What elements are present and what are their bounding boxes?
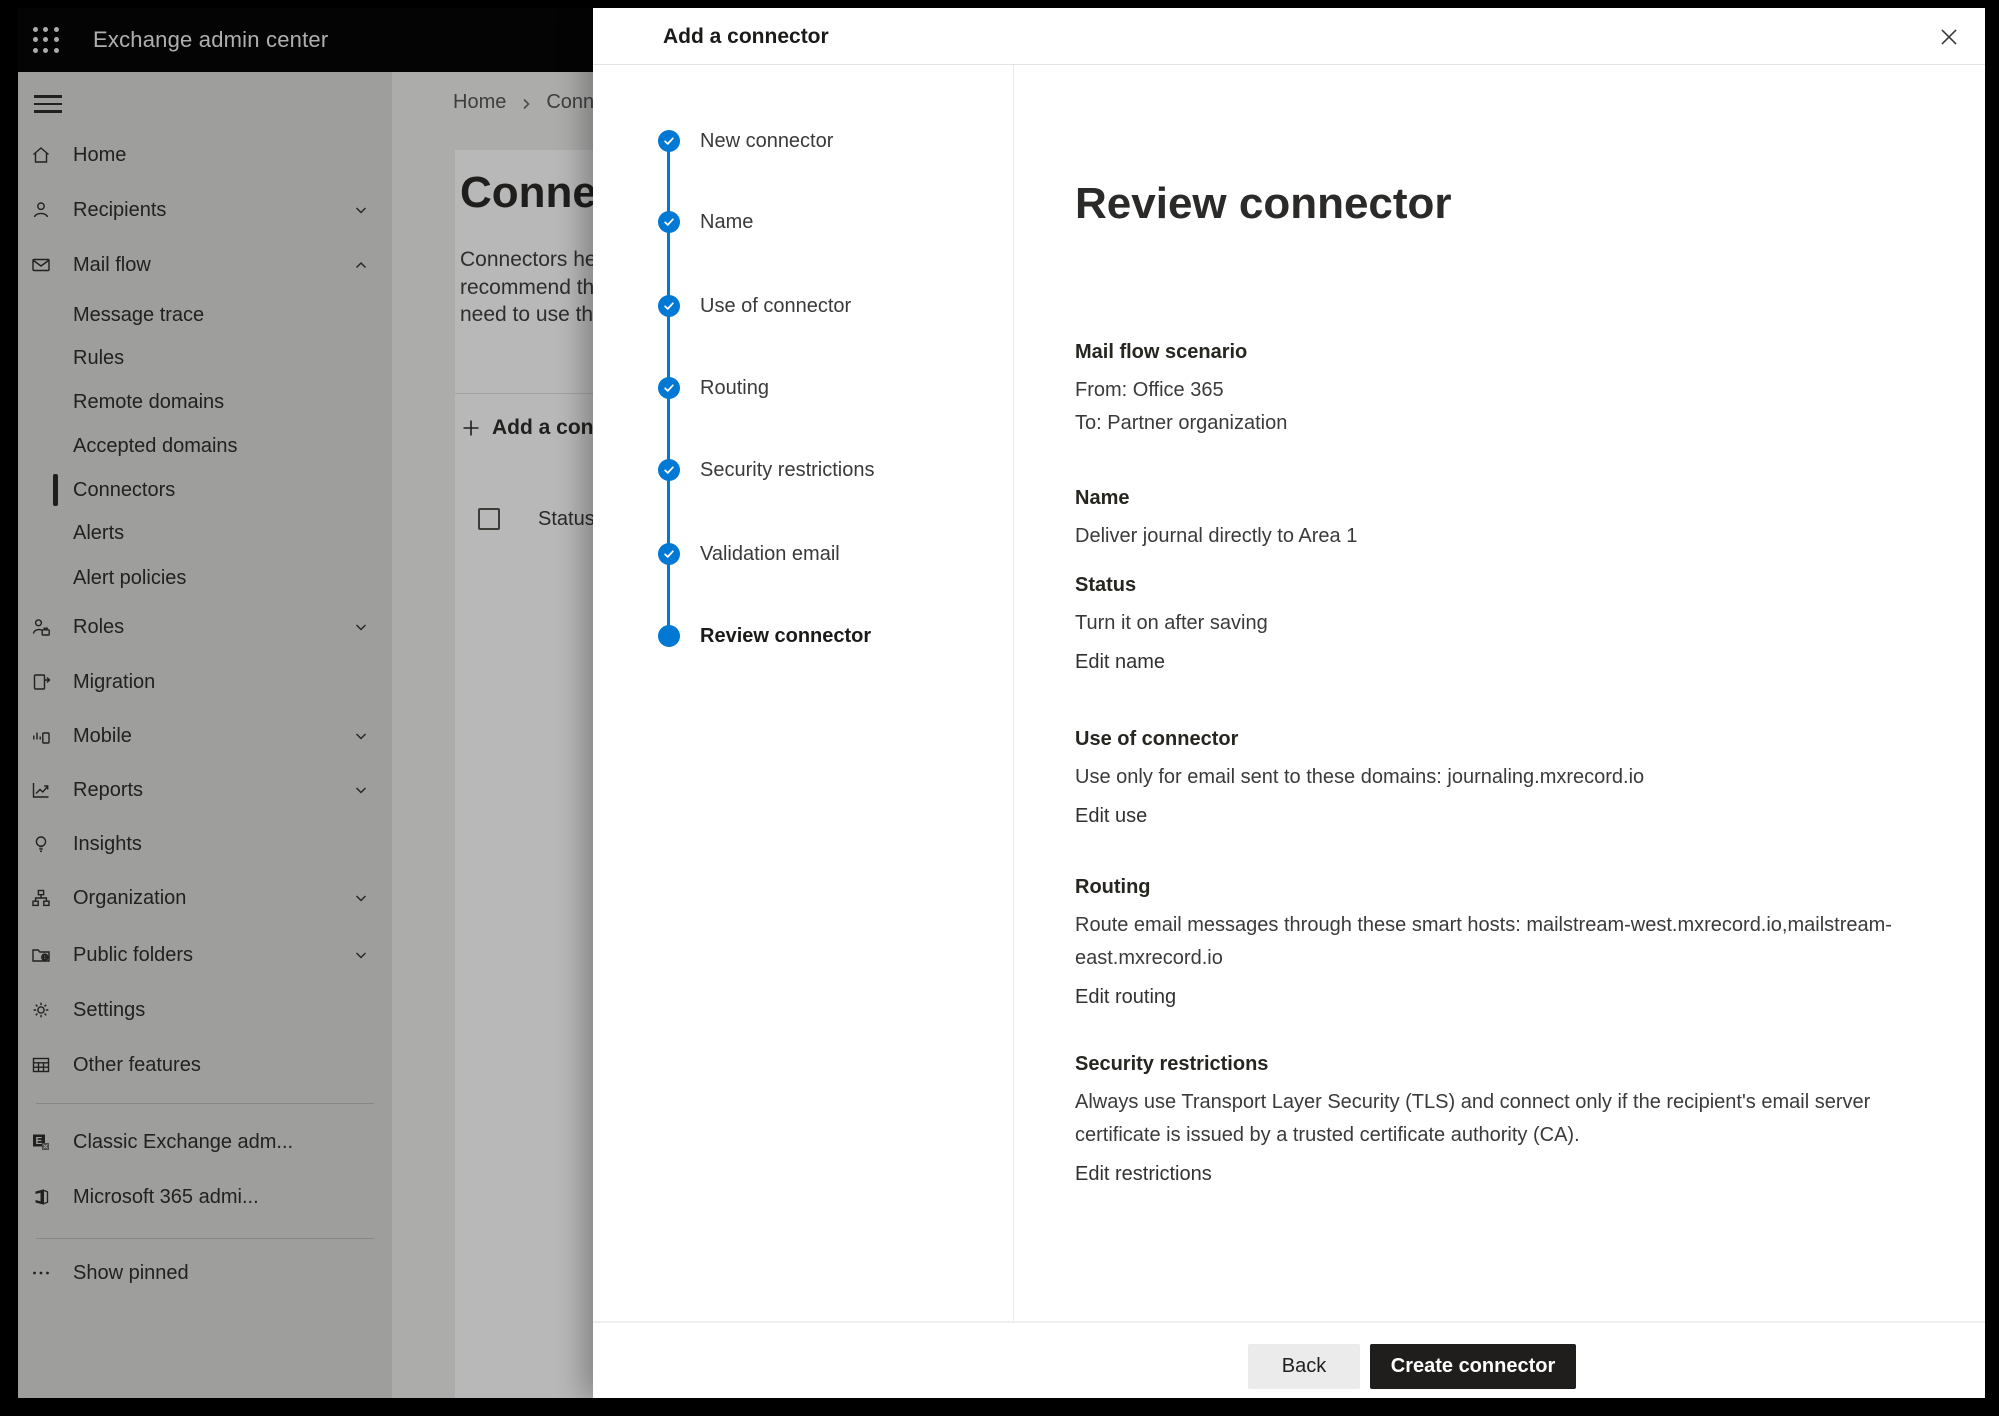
edit-use-link[interactable]: Edit use (1075, 800, 1147, 833)
wizard-step-review-connector[interactable]: Review connector (593, 625, 1013, 647)
wizard-step-use-of-connector[interactable]: Use of connector (593, 295, 1013, 317)
wizard-step-label: Validation email (700, 543, 840, 565)
review-section-mail-flow-scenario: Mail flow scenario From: Office 365To: Pa… (1075, 338, 1915, 440)
section-value: Turn it on after saving (1075, 607, 1915, 640)
review-section-routing: Routing Route email messages through thes… (1075, 873, 1915, 1014)
wizard-step-label: New connector (700, 130, 833, 152)
screenshot-frame: Exchange admin center HomeRecipientsMail… (0, 0, 1999, 1416)
edit-routing-link[interactable]: Edit routing (1075, 981, 1176, 1014)
section-title: Name (1075, 484, 1915, 512)
completed-check-icon (658, 211, 680, 233)
section-value: Use only for email sent to these domains… (1075, 761, 1915, 794)
review-section-security-restrictions: Security restrictions Always use Transpor… (1075, 1050, 1915, 1191)
section-title: Use of connector (1075, 725, 1915, 753)
edit-restrictions-link[interactable]: Edit restrictions (1075, 1158, 1212, 1191)
wizard-steps: New connector Name Use of connector Routing… (593, 8, 1013, 1398)
add-connector-dialog: Add a connector New connectorNameUse of … (593, 8, 1985, 1398)
review-section-name: Name Deliver journal directly to Area 1 (1075, 484, 1915, 553)
section-value: Route email messages through these smart… (1075, 909, 1915, 975)
wizard-step-new-connector[interactable]: New connector (593, 130, 1013, 152)
wizard-step-routing[interactable]: Routing (593, 377, 1013, 399)
back-button[interactable]: Back (1248, 1344, 1360, 1389)
edit-name-link[interactable]: Edit name (1075, 646, 1165, 679)
section-value: Always use Transport Layer Security (TLS… (1075, 1086, 1915, 1152)
section-value: Deliver journal directly to Area 1 (1075, 520, 1915, 553)
section-title: Security restrictions (1075, 1050, 1915, 1078)
section-title: Routing (1075, 873, 1915, 901)
wizard-step-label: Routing (700, 377, 769, 399)
wizard-step-name[interactable]: Name (593, 211, 1013, 233)
section-value: To: Partner organization (1075, 407, 1915, 440)
app-window: Exchange admin center HomeRecipientsMail… (18, 8, 1985, 1398)
completed-check-icon (658, 459, 680, 481)
review-section-status: Status Turn it on after saving Edit name (1075, 571, 1915, 679)
completed-check-icon (658, 130, 680, 152)
current-step-dot-icon (658, 625, 680, 647)
review-heading: Review connector (1075, 178, 1935, 230)
section-title: Mail flow scenario (1075, 338, 1915, 366)
wizard-step-security-restrictions[interactable]: Security restrictions (593, 459, 1013, 481)
completed-check-icon (658, 543, 680, 565)
wizard-step-label: Security restrictions (700, 459, 875, 481)
steps-content-divider (1013, 65, 1014, 1321)
dialog-footer: Back Create connector (593, 1321, 1985, 1398)
completed-check-icon (658, 377, 680, 399)
section-title: Status (1075, 571, 1915, 599)
wizard-step-label: Review connector (700, 625, 871, 647)
wizard-step-label: Name (700, 211, 753, 233)
review-section-use-of-connector: Use of connector Use only for email sent … (1075, 725, 1915, 833)
wizard-step-label: Use of connector (700, 295, 851, 317)
completed-check-icon (658, 295, 680, 317)
close-icon[interactable] (1933, 21, 1965, 53)
wizard-step-validation-email[interactable]: Validation email (593, 543, 1013, 565)
review-panel: Review connector Mail flow scenario From:… (1075, 65, 1935, 1321)
create-connector-button[interactable]: Create connector (1370, 1344, 1576, 1389)
section-value: From: Office 365 (1075, 374, 1915, 407)
